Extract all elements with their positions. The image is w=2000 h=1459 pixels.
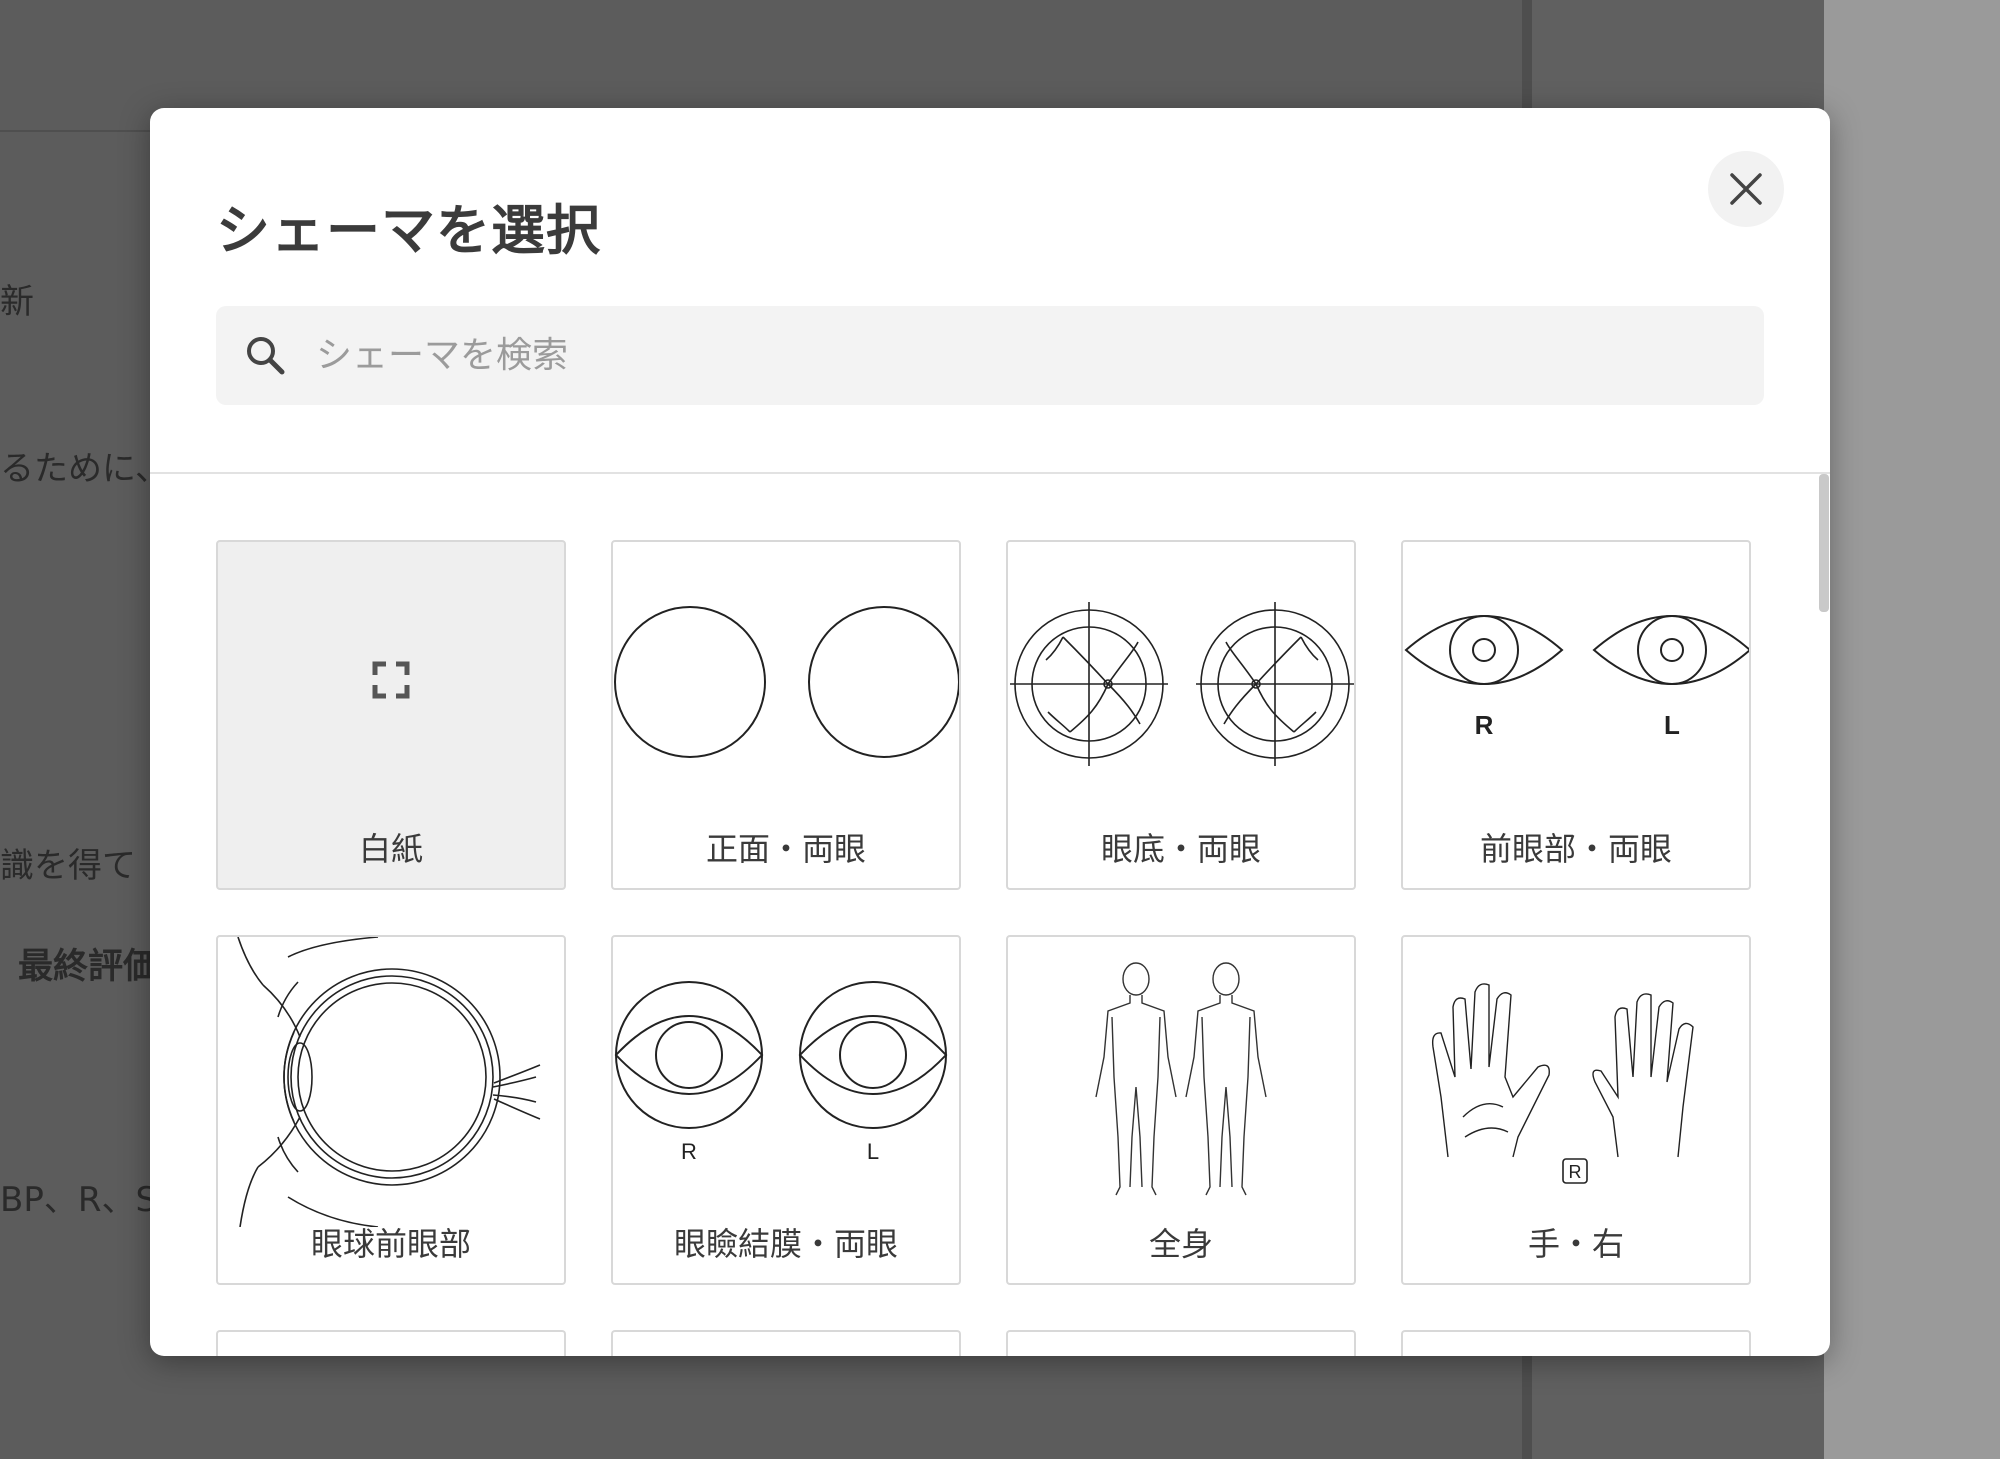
schema-card-full-body[interactable]: 全身 [1006,935,1356,1285]
background-text: BP、R、S [0,1180,158,1220]
right-hand-icon: R [1431,983,1694,1184]
background-text: 新 [0,282,34,322]
search-icon [247,337,285,375]
background-text: るために、 [0,449,169,489]
card-label: 正面・両眼 [705,830,866,868]
card-label: 眼瞼結膜・両眼 [673,1225,898,1263]
schema-card-blank[interactable]: 白紙 [216,540,566,890]
svg-text:L: L [1664,710,1680,740]
schema-card[interactable] [611,1330,961,1356]
schema-card-fundus-both-eyes[interactable]: 眼底・両眼 [1006,540,1356,890]
background-divider [0,130,155,132]
svg-text:R: R [1569,1162,1582,1182]
schema-card[interactable] [1006,1330,1356,1356]
card-label: 全身 [1148,1225,1213,1263]
anterior-segment-both-eyes-icon: R L [1404,615,1749,740]
dialog-title: シェーマを選択 [216,199,601,262]
close-button[interactable] [1708,151,1784,227]
fundus-both-eyes-icon [1010,602,1354,766]
front-both-eyes-icon [614,606,959,758]
scrollbar-thumb[interactable] [1819,474,1829,612]
schema-card-anterior-both-eyes[interactable]: R L 前眼部・両眼 [1401,540,1751,890]
background-text: 識を得て [0,846,136,886]
svg-text:R: R [681,1139,697,1164]
schema-card[interactable] [216,1330,566,1356]
background-text: 最終評価 [18,947,159,987]
schema-select-dialog: シェーマを選択 白紙 [150,108,1830,1356]
svg-text:L: L [867,1139,879,1164]
schema-card-right-hand[interactable]: R 手・右 [1401,935,1751,1285]
eyeball-cross-section-icon [237,937,541,1227]
blank-expand-icon [372,661,410,699]
card-label: 眼球前眼部 [310,1225,471,1263]
card-label: 白紙 [358,830,423,868]
background-edge [1824,0,2000,1459]
full-body-icon [1095,962,1267,1196]
card-label: 前眼部・両眼 [1479,830,1672,868]
schema-card-front-both-eyes[interactable]: 正面・両眼 [611,540,961,890]
card-label: 手・右 [1527,1225,1624,1263]
svg-text:R: R [1475,710,1494,740]
card-label: 眼底・両眼 [1100,830,1261,868]
schema-card-eyelid-conjunctiva[interactable]: R L 眼瞼結膜・両眼 [611,935,961,1285]
schema-grid: 白紙 正面・両眼 眼底・両眼 R L 前眼部・両眼 眼球前眼部 R L 眼瞼結膜… [150,474,1830,1356]
close-icon [1730,173,1762,205]
schema-card-eyeball-anterior[interactable]: 眼球前眼部 [216,935,566,1285]
search-box [216,306,1764,405]
eyelid-conjunctiva-both-eyes-icon: R L [614,981,948,1164]
search-input[interactable] [316,306,1736,405]
schema-card[interactable] [1401,1330,1751,1356]
